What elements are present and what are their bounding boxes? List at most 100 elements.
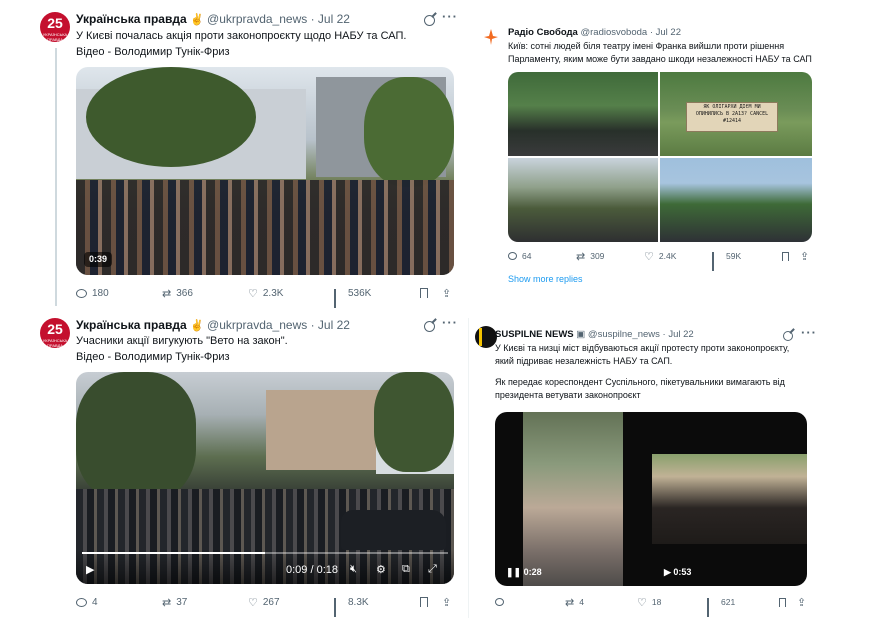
retweet-button[interactable]: ⇄ 4 (565, 596, 584, 609)
car (341, 510, 446, 550)
tweet-text-line: Парламенту, яким може бути завдано шкоди… (508, 54, 812, 64)
retweet-button[interactable]: ⇄ 37 (162, 596, 187, 609)
timestamp[interactable]: · Jul 22 (650, 27, 681, 38)
retweet-count: 309 (590, 251, 605, 261)
progress-fill (82, 552, 265, 554)
views-button[interactable]: 621 (707, 597, 736, 617)
play-icon[interactable]: ▶ (86, 563, 94, 576)
avatar[interactable]: 25 УКРАЇНСЬКА ПРАВДА (40, 318, 70, 348)
bookmark-button[interactable] (420, 288, 433, 298)
video-1[interactable] (523, 412, 623, 586)
like-button[interactable]: ♡ 2.3K (248, 287, 283, 300)
reply-icon (76, 288, 87, 298)
like-count: 2.4K (658, 251, 677, 261)
display-name[interactable]: Українська правда (76, 12, 187, 26)
photo[interactable] (660, 158, 812, 242)
settings-icon[interactable]: ⚙ (376, 563, 386, 576)
photo[interactable]: ЯК ОЛІГАРХИ ДІЄМ МИ ОПИНИЛИСЬ В 2А13? CA… (660, 72, 812, 156)
share-button[interactable]: ⇪ (442, 287, 456, 300)
more-icon[interactable]: ··· (801, 325, 817, 340)
grok-icon[interactable] (424, 15, 435, 26)
more-icon[interactable]: ··· (442, 315, 458, 330)
display-name[interactable]: SUSPILNE NEWS (495, 329, 574, 340)
views-button[interactable]: 8.3K (334, 597, 369, 617)
handle[interactable]: @ukrpravda_news (207, 318, 307, 332)
bookmark-icon (782, 251, 789, 261)
avatar-number: 25 (47, 321, 63, 337)
retweet-icon: ⇄ (565, 596, 575, 609)
grok-icon[interactable] (424, 321, 435, 332)
tweet-text-line: Учасники акції вигукують "Вето на закон"… (76, 335, 288, 347)
reply-button[interactable]: 4 (76, 597, 98, 608)
reply-button[interactable]: 64 (508, 251, 531, 261)
volume-icon[interactable]: 🔇︎ (350, 563, 357, 576)
photo[interactable] (508, 72, 658, 156)
reply-button[interactable] (495, 598, 509, 606)
photo[interactable] (508, 158, 658, 242)
tweet-radiosvoboda[interactable]: Радіо Свобода @radiosvoboda · Jul 22 Киї… (474, 20, 820, 292)
reply-button[interactable]: 180 (76, 288, 109, 299)
avatar-subtext: УКРАЇНСЬКА ПРАВДА (42, 338, 68, 348)
video-duration: 0:28 (523, 567, 542, 577)
share-button[interactable]: ⇪ (800, 250, 814, 263)
views-count: 621 (721, 597, 736, 607)
reply-count: 64 (522, 251, 532, 261)
video-player[interactable]: ▶ 0:09 / 0:18 🔇︎ ⚙ ⧉ ⤢ (76, 372, 454, 584)
reply-count: 180 (92, 287, 109, 299)
tweet-text: Київ: сотні людей біля театру імені Фран… (508, 40, 812, 66)
share-button[interactable]: ⇪ (797, 596, 811, 609)
like-button[interactable]: ♡ 267 (248, 596, 280, 609)
retweet-icon: ⇄ (576, 250, 586, 263)
timestamp[interactable]: · Jul 22 (663, 329, 694, 340)
action-bar: ⇄ 4 ♡ 18 621 ⇪ (495, 596, 811, 617)
handle[interactable]: @ukrpravda_news (207, 12, 307, 26)
bookmark-button[interactable] (779, 597, 791, 607)
retweet-button[interactable]: ⇄ 309 (576, 250, 604, 263)
grok-icon[interactable] (783, 331, 793, 341)
avatar[interactable] (475, 326, 497, 348)
views-count: 536K (348, 287, 372, 299)
bookmark-button[interactable] (782, 251, 794, 261)
share-icon: ⇪ (442, 596, 452, 609)
fullscreen-icon[interactable]: ⤢ (428, 563, 437, 576)
action-bar: 64 ⇄ 309 ♡ 2.4K 59K ⇪ (508, 250, 814, 271)
like-count: 267 (262, 596, 280, 608)
handle[interactable]: @suspilne_news (588, 329, 660, 340)
more-icon[interactable]: ··· (442, 9, 458, 24)
like-button[interactable]: ♡ 18 (637, 596, 661, 609)
tweet-text: У Києві почалась акція проти законопроєк… (76, 28, 406, 60)
retweet-button[interactable]: ⇄ 366 (162, 287, 193, 300)
handle[interactable]: @radiosvoboda (581, 27, 648, 38)
reply-count: 4 (92, 596, 98, 608)
pip-icon[interactable]: ⧉ (402, 563, 410, 576)
avatar[interactable] (480, 26, 502, 48)
bookmark-icon (779, 597, 786, 607)
heart-icon: ♡ (637, 596, 647, 609)
display-name[interactable]: Радіо Свобода (508, 27, 578, 38)
bookmark-button[interactable] (420, 597, 433, 607)
timestamp[interactable]: · Jul 22 (311, 12, 350, 26)
tweet-ukrpravda-1[interactable]: 25 УКРАЇНСЬКА ПРАВДА Українська правда ✌… (36, 6, 464, 308)
like-button[interactable]: ♡ 2.4K (644, 250, 676, 263)
like-count: 18 (651, 597, 662, 607)
video-2-badge: ▶ 0:53 (659, 565, 696, 580)
tweet-header: Радіо Свобода @radiosvoboda · Jul 22 (508, 27, 681, 38)
avatar[interactable]: 25 УКРАЇНСЬКА ПРАВДА (40, 12, 70, 42)
views-button[interactable]: 59K (712, 251, 741, 271)
timestamp[interactable]: · Jul 22 (311, 318, 350, 332)
views-icon (707, 597, 716, 617)
like-count: 2.3K (262, 287, 284, 299)
show-more-replies-link[interactable]: Show more replies (508, 274, 583, 284)
views-button[interactable]: 536K (334, 287, 372, 308)
progress-bar[interactable] (82, 552, 448, 554)
share-button[interactable]: ⇪ (442, 596, 456, 609)
video-grid: ❚❚ 0:28 ▶ 0:53 (495, 412, 807, 586)
video-2[interactable] (651, 454, 807, 544)
tweet-header: SUSPILNE NEWS ▣ @suspilne_news · Jul 22 (495, 329, 694, 340)
video-player[interactable]: 0:39 (76, 67, 454, 275)
display-name[interactable]: Українська правда (76, 318, 187, 332)
tweet-ukrpravda-2[interactable]: 25 УКРАЇНСЬКА ПРАВДА Українська правда ✌… (36, 312, 464, 617)
tweet-suspilne[interactable]: SUSPILNE NEWS ▣ @suspilne_news · Jul 22 … (468, 318, 822, 618)
video-1-badge: ❚❚ 0:28 (501, 565, 547, 580)
